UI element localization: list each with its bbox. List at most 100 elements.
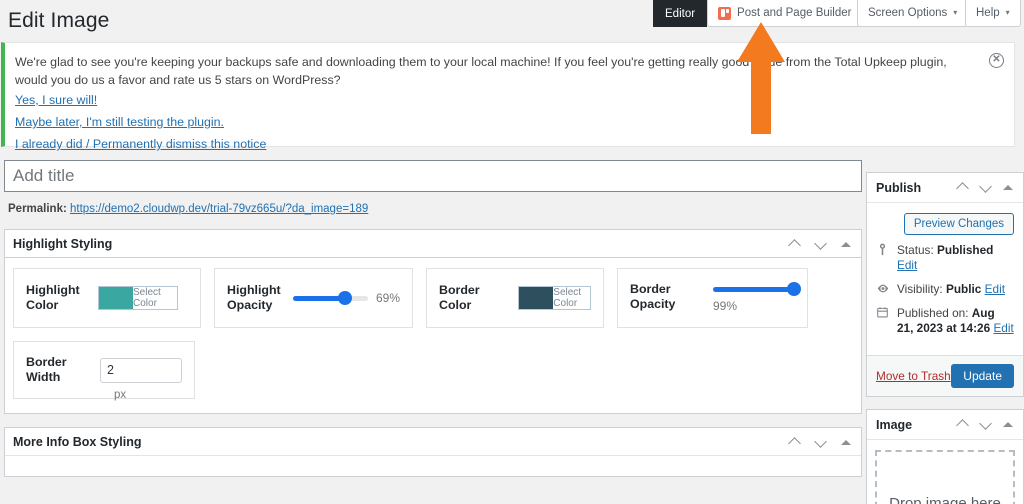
highlight-color-picker[interactable]: Select Color bbox=[98, 286, 178, 310]
wp-admin-edit-image-screen: Edit Image Editor Post and Page Builder … bbox=[0, 0, 1024, 504]
post-and-page-builder-button[interactable]: Post and Page Builder ▾ bbox=[707, 0, 873, 27]
image-dropzone[interactable]: Drop image here or Upload Image bbox=[875, 450, 1015, 504]
highlight-select-color-button[interactable]: Select Color bbox=[133, 287, 177, 309]
notice-links: Yes, I sure will! Maybe later, I'm still… bbox=[15, 93, 266, 159]
move-down-icon[interactable] bbox=[980, 418, 992, 430]
chevron-down-icon: ▾ bbox=[953, 8, 958, 17]
toggle-panel-icon[interactable] bbox=[1003, 421, 1013, 427]
metabox-tools bbox=[789, 428, 857, 456]
tab-editor-label: Editor bbox=[665, 7, 696, 20]
visibility-value: Public bbox=[945, 282, 982, 296]
highlight-opacity-slider[interactable] bbox=[292, 290, 368, 306]
sidebar: Publish Preview Changes Status: Publishe… bbox=[866, 172, 1024, 504]
notice-link-yes[interactable]: Yes, I sure will! bbox=[15, 93, 266, 107]
control-row-2: Border Width px bbox=[13, 341, 853, 401]
control-border-opacity: Border Opacity 99% bbox=[617, 268, 808, 328]
update-button[interactable]: Update bbox=[951, 364, 1014, 388]
title-area bbox=[0, 160, 866, 192]
permalink-row: Permalink: https://demo2.cloudwp.dev/tri… bbox=[8, 203, 866, 215]
border-width-unit: px bbox=[114, 389, 127, 401]
published-on-label: Published on: bbox=[897, 306, 969, 320]
visibility-edit-link[interactable]: Edit bbox=[985, 282, 1005, 296]
publish-box-title: Publish bbox=[876, 180, 922, 195]
publish-meta-rows: Status: Published Edit Visibility: Publi… bbox=[867, 237, 1023, 355]
status-row: Status: Published Edit bbox=[876, 243, 1014, 273]
metabox-header[interactable]: Highlight Styling bbox=[5, 230, 861, 258]
status-value: Published bbox=[937, 243, 994, 257]
published-on-row: Published on: Aug 21, 2023 at 14:26 Edit bbox=[876, 306, 1014, 336]
move-up-icon[interactable] bbox=[957, 181, 969, 193]
metabox-tools bbox=[789, 230, 857, 258]
image-box-title: Image bbox=[876, 417, 913, 432]
highlight-opacity-value: 69% bbox=[375, 291, 400, 305]
publish-box: Publish Preview Changes Status: Publishe… bbox=[866, 172, 1024, 397]
move-up-icon[interactable] bbox=[789, 436, 801, 448]
border-opacity-slider[interactable] bbox=[713, 281, 802, 297]
publish-actions-bottom: Move to Trash Update bbox=[867, 355, 1023, 396]
visibility-label: Visibility: bbox=[897, 282, 943, 296]
border-color-label: Border Color bbox=[439, 283, 480, 312]
toggle-panel-icon[interactable] bbox=[1003, 184, 1013, 190]
move-down-icon[interactable] bbox=[980, 181, 992, 193]
main-column: Permalink: https://demo2.cloudwp.dev/tri… bbox=[0, 160, 866, 477]
chevron-down-icon: ▾ bbox=[1005, 8, 1010, 17]
notice-link-already-did[interactable]: I already did / Permanently dismiss this… bbox=[15, 137, 266, 151]
permalink-url[interactable]: https://demo2.cloudwp.dev/trial-79vz665u… bbox=[70, 203, 368, 215]
border-select-color-button[interactable]: Select Color bbox=[553, 287, 590, 309]
metabox-highlight-styling: Highlight Styling Highlight Color Select… bbox=[4, 229, 862, 414]
preview-changes-button[interactable]: Preview Changes bbox=[903, 213, 1014, 235]
slider-fill bbox=[713, 287, 795, 292]
move-up-icon[interactable] bbox=[957, 418, 969, 430]
move-to-trash-link[interactable]: Move to Trash bbox=[876, 369, 951, 383]
help-group: Help ▾ bbox=[965, 0, 1021, 27]
border-width-label: Border Width bbox=[26, 355, 67, 384]
tab-editor[interactable]: Editor bbox=[653, 0, 708, 27]
highlight-opacity-label: Highlight Opacity bbox=[227, 283, 281, 312]
published-edit-link[interactable]: Edit bbox=[993, 321, 1013, 335]
help-button[interactable]: Help ▾ bbox=[965, 0, 1021, 27]
toggle-panel-icon[interactable] bbox=[841, 241, 851, 247]
notice-message: We're glad to see you're keeping your ba… bbox=[15, 55, 947, 87]
metabox-body: Highlight Color Select Color Highlight O… bbox=[5, 258, 861, 413]
move-up-icon[interactable] bbox=[789, 238, 801, 250]
status-edit-link[interactable]: Edit bbox=[897, 258, 917, 272]
post-and-page-builder-label: Post and Page Builder bbox=[737, 7, 852, 19]
metabox-header[interactable]: More Info Box Styling bbox=[5, 428, 861, 456]
image-box-header[interactable]: Image bbox=[867, 410, 1023, 440]
metabox-title: More Info Box Styling bbox=[13, 434, 142, 449]
calendar-icon bbox=[876, 306, 891, 319]
highlight-color-label: Highlight Color bbox=[26, 283, 80, 312]
image-box: Image Drop image here or Upload Image bbox=[866, 409, 1024, 504]
toggle-panel-icon[interactable] bbox=[841, 439, 851, 445]
control-highlight-opacity: Highlight Opacity 69% bbox=[214, 268, 413, 328]
publish-actions-top: Preview Changes bbox=[867, 203, 1023, 237]
visibility-row: Visibility: Public Edit bbox=[876, 282, 1014, 297]
control-highlight-color: Highlight Color Select Color bbox=[13, 268, 201, 328]
move-down-icon[interactable] bbox=[815, 436, 827, 448]
pin-icon bbox=[876, 243, 891, 256]
notice-dismiss-button[interactable]: ✕ bbox=[989, 53, 1004, 68]
close-icon: ✕ bbox=[992, 53, 1001, 65]
dropzone-text: Drop image here bbox=[889, 494, 1001, 504]
metabox-body bbox=[5, 456, 861, 476]
permalink-label: Permalink: bbox=[8, 203, 67, 215]
notice-link-maybe-later[interactable]: Maybe later, I'm still testing the plugi… bbox=[15, 115, 266, 129]
border-opacity-label: Border Opacity bbox=[630, 282, 676, 311]
slider-knob[interactable] bbox=[337, 291, 352, 305]
screen-options-button[interactable]: Screen Options ▾ bbox=[857, 0, 969, 27]
post-title-input[interactable] bbox=[4, 160, 862, 192]
border-color-picker[interactable]: Select Color bbox=[518, 286, 591, 310]
control-border-width: Border Width px bbox=[13, 341, 195, 401]
publish-box-header[interactable]: Publish bbox=[867, 173, 1023, 203]
slider-knob[interactable] bbox=[787, 282, 802, 296]
admin-topbar: Edit Image Editor Post and Page Builder … bbox=[0, 0, 1024, 31]
control-border-color: Border Color Select Color bbox=[426, 268, 604, 328]
published-time: at 14:26 bbox=[946, 321, 991, 335]
screen-options-group: Screen Options ▾ bbox=[857, 0, 969, 27]
border-width-input[interactable] bbox=[100, 357, 182, 383]
control-row-1: Highlight Color Select Color Highlight O… bbox=[13, 268, 853, 328]
metabox-more-info-box-styling: More Info Box Styling bbox=[4, 427, 862, 477]
screen-options-label: Screen Options bbox=[868, 7, 948, 19]
total-upkeep-rating-notice: We're glad to see you're keeping your ba… bbox=[1, 42, 1015, 151]
move-down-icon[interactable] bbox=[815, 238, 827, 250]
